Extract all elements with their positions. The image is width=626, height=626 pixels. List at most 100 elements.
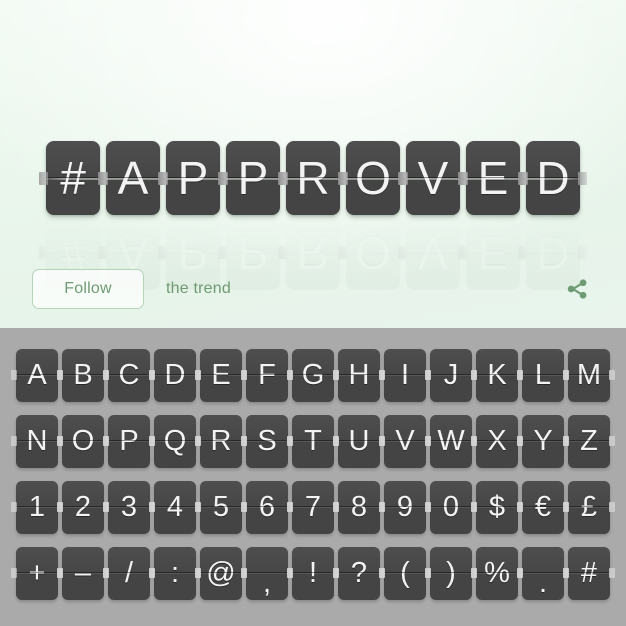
flip-tile-glyph: G [301, 358, 325, 391]
character-row-letters-a-m: ABCDEFGHIJKLM [0, 342, 626, 408]
flip-tile-glyph: X [487, 424, 507, 457]
flip-tile: Q [149, 414, 201, 468]
flip-tile-glyph: + [28, 556, 46, 589]
hinge-pin-left [159, 246, 168, 260]
flip-tile: # [563, 546, 615, 600]
flip-tile-glyph: C [118, 358, 140, 391]
flip-tile-glyph: / [124, 556, 134, 589]
hinge-pin-left [195, 568, 201, 578]
hinge-pin-right [398, 246, 407, 260]
hinge-pin-left [11, 568, 17, 578]
flip-tile-glyph: R [210, 424, 232, 457]
flip-tile: £ [563, 480, 615, 534]
flip-tile-glyph: E [211, 358, 231, 391]
flip-tile: C [103, 348, 155, 402]
flip-tile: ( [379, 546, 431, 600]
flip-tile-face: @ [200, 546, 242, 600]
share-button[interactable] [560, 272, 594, 306]
flip-tile-glyph: Q [163, 424, 187, 457]
flip-tile-face: O [62, 414, 104, 468]
hinge-pin-left [563, 436, 569, 446]
flip-tile: Y [517, 414, 569, 468]
flip-tile-face: 3 [108, 480, 150, 534]
flip-tile-face: V [384, 414, 426, 468]
hinge-pin-left [287, 370, 293, 380]
hinge-pin-left [11, 436, 17, 446]
hinge-pin-left [99, 246, 108, 260]
flip-tile-glyph: – [74, 556, 92, 589]
flip-tile-face: K [476, 348, 518, 402]
flip-tile-face: P [108, 414, 150, 468]
flip-tile: E [195, 348, 247, 402]
flip-tile-face: : [154, 546, 196, 600]
flip-tile-face: X [476, 414, 518, 468]
flip-tile-glyph: R [296, 152, 330, 204]
flip-tile-face: + [16, 546, 58, 600]
flip-tile: 8 [333, 480, 385, 534]
flip-tile-face: Z [568, 414, 610, 468]
flip-tile-glyph: Y [533, 424, 553, 457]
flip-tile-glyph: ( [400, 556, 410, 589]
flip-tile-glyph: 3 [120, 490, 138, 523]
flip-tile: 6 [241, 480, 293, 534]
hinge-pin-left [219, 246, 228, 260]
flip-tile: $ [471, 480, 523, 534]
flip-tile-face: 6 [246, 480, 288, 534]
follow-button[interactable]: Follow [32, 269, 144, 309]
flip-tile: 4 [149, 480, 201, 534]
flip-tile: B [57, 348, 109, 402]
hinge-pin-left [517, 502, 523, 512]
flip-tile: O [57, 414, 109, 468]
flip-tile: T [287, 414, 339, 468]
flip-tile-face: £ [568, 480, 610, 534]
flip-tile: ! [287, 546, 339, 600]
follow-button-label: Follow [64, 280, 112, 297]
flip-tile-glyph: 7 [304, 490, 322, 523]
flip-tile: F [241, 348, 293, 402]
flip-tile-glyph: 6 [258, 490, 276, 523]
hinge-pin-left [339, 171, 348, 185]
flip-tile-glyph: 0 [442, 490, 460, 523]
character-sheet: A B C D E F G H I J K L M N O P Q R S T U V W X Y Z 1 2 3 4 5 6 7 8 9 0 $ € £ +… [0, 328, 626, 626]
flip-tile-glyph: , [262, 566, 272, 599]
flip-tile-glyph: U [348, 424, 370, 457]
flip-tile-glyph: # [580, 556, 598, 589]
flip-tile-face: 7 [292, 480, 334, 534]
flip-tile-glyph: B [73, 358, 93, 391]
flip-tile-glyph: P [119, 424, 139, 457]
flip-tile-face: E [200, 348, 242, 402]
flip-tile-face: L [522, 348, 564, 402]
flip-tile: / [103, 546, 155, 600]
flip-tile-face: C [108, 348, 150, 402]
hinge-pin-left [333, 568, 339, 578]
follow-caption: the trend [166, 280, 231, 297]
hinge-pin-left [11, 370, 17, 380]
hinge-pin-right [609, 568, 615, 578]
flip-tile: , [241, 546, 293, 600]
flip-tile: N [11, 414, 63, 468]
flip-tile-glyph: @ [206, 556, 236, 589]
flip-tile: D [149, 348, 201, 402]
flip-tile-face: , [246, 546, 288, 600]
character-row-digits-and-currency: 1 2 3 4 5 6 7 8 9 0 $ € £ [0, 474, 626, 540]
hinge-pin-left [57, 370, 63, 380]
hinge-pin-left [339, 246, 348, 260]
flip-tile-face: Y [522, 414, 564, 468]
hinge-pin-left [103, 436, 109, 446]
flip-tile-glyph: € [534, 490, 552, 523]
flip-tile: H [333, 348, 385, 402]
flip-tile-face: M [568, 348, 610, 402]
flip-tile: K [471, 348, 523, 402]
hinge-pin-right [578, 171, 587, 185]
flip-tile-glyph: V [417, 152, 449, 204]
hinge-pin-left [459, 171, 468, 185]
flip-tile-face: / [108, 546, 150, 600]
flip-tile-glyph: 1 [28, 490, 46, 523]
flip-tile: @ [195, 546, 247, 600]
flip-tile-glyph: H [348, 358, 370, 391]
hinge-pin-left [149, 370, 155, 380]
character-row-punctuation: + – /: @,!? ()%. # [0, 540, 626, 606]
flip-tile-face: S [246, 414, 288, 468]
flip-tile: J [425, 348, 477, 402]
flip-tile-face: – [62, 546, 104, 600]
